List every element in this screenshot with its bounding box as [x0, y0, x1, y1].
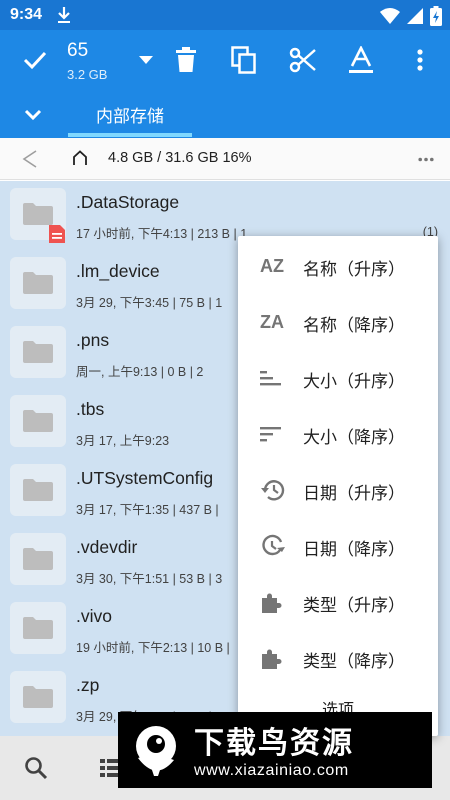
file-name: .vdevdir	[76, 537, 138, 557]
sort-desc-icon	[260, 420, 290, 448]
sort-az-icon: AZ	[260, 255, 284, 276]
watermark-url: www.xiazainiao.com	[194, 762, 349, 779]
file-name: .DataStorage	[76, 192, 180, 212]
file-name: .vivo	[76, 606, 112, 626]
file-meta: 3月 17, 下午1:35 | 437 B |	[76, 503, 219, 517]
schedule-icon	[260, 532, 290, 560]
folder-icon	[10, 533, 66, 585]
battery-icon	[430, 6, 442, 26]
sort-name-desc[interactable]: ZA 名称（降序）	[238, 294, 438, 350]
folder-icon	[10, 602, 66, 654]
search-icon[interactable]	[24, 756, 48, 780]
folder-icon	[10, 395, 66, 447]
file-meta: 19 小时前, 下午2:13 | 10 B |	[76, 641, 230, 655]
sort-menu: AZ 名称（升序） ZA 名称（降序） 大小（升序） 大小（降序） 日期（升序）…	[238, 236, 438, 736]
wifi-icon	[380, 8, 400, 24]
selected-size: 3.2 GB	[67, 67, 108, 82]
sort-type-desc[interactable]: 类型（降序）	[238, 630, 438, 686]
folder-icon	[10, 464, 66, 516]
document-badge-icon	[49, 225, 65, 243]
delete-icon[interactable]	[170, 44, 202, 76]
puzzle-icon	[260, 644, 290, 672]
sort-size-desc[interactable]: 大小（降序）	[238, 406, 438, 462]
check-icon[interactable]	[19, 44, 51, 76]
file-meta: 3月 17, 上午9:23	[76, 434, 170, 448]
tab-bar: 内部存储	[0, 90, 450, 138]
status-bar: 9:34	[0, 0, 450, 30]
list-view-icon[interactable]	[100, 758, 120, 778]
file-name: .pns	[76, 330, 110, 350]
cut-icon[interactable]	[287, 44, 319, 76]
sort-name-asc[interactable]: AZ 名称（升序）	[238, 238, 438, 294]
dropdown-arrow-icon[interactable]	[130, 44, 162, 76]
more-horiz-icon[interactable]	[418, 157, 434, 162]
folder-icon	[10, 671, 66, 723]
file-name: .lm_device	[76, 261, 160, 281]
watermark: 下载鸟资源 www.xiazainiao.com	[118, 712, 432, 788]
sort-za-icon: ZA	[260, 311, 284, 332]
puzzle-icon	[260, 588, 290, 616]
storage-usage: 4.8 GB / 31.6 GB 16%	[108, 150, 252, 166]
download-icon	[58, 7, 71, 23]
copy-icon[interactable]	[228, 44, 260, 76]
home-icon[interactable]	[72, 150, 88, 166]
bird-logo-icon	[136, 726, 176, 776]
rename-icon[interactable]	[345, 44, 377, 76]
folder-icon	[10, 257, 66, 309]
watermark-title: 下载鸟资源	[194, 727, 354, 760]
selection-toolbar: 65 3.2 GB	[0, 30, 450, 90]
sort-date-desc[interactable]: 日期（降序）	[238, 518, 438, 574]
tab-indicator	[68, 133, 192, 137]
file-meta: 3月 30, 下午1:51 | 53 B | 3	[76, 572, 223, 586]
path-bar: 4.8 GB / 31.6 GB 16%	[0, 138, 450, 180]
sort-size-asc[interactable]: 大小（升序）	[238, 350, 438, 406]
sort-date-asc[interactable]: 日期（升序）	[238, 462, 438, 518]
file-name: .UTSystemConfig	[76, 468, 214, 488]
sort-type-asc[interactable]: 类型（升序）	[238, 574, 438, 630]
file-meta: 17 小时前, 下午4:13 | 213 B | 1	[76, 227, 248, 241]
status-time: 9:34	[10, 6, 43, 23]
back-arrow-icon[interactable]	[22, 150, 38, 168]
signal-icon	[407, 8, 423, 24]
chevron-down-icon[interactable]	[20, 102, 46, 128]
more-vert-icon[interactable]	[404, 44, 436, 76]
sort-asc-icon	[260, 364, 290, 392]
file-name: .zp	[76, 675, 100, 695]
folder-icon	[10, 326, 66, 378]
file-name: .tbs	[76, 399, 105, 419]
tab-internal-storage[interactable]: 内部存储	[68, 90, 192, 138]
file-meta: 3月 29, 下午3:45 | 75 B | 1	[76, 296, 223, 310]
history-icon	[260, 476, 290, 504]
selected-count: 65	[67, 40, 89, 61]
file-meta: 周一, 上午9:13 | 0 B | 2	[76, 365, 204, 379]
